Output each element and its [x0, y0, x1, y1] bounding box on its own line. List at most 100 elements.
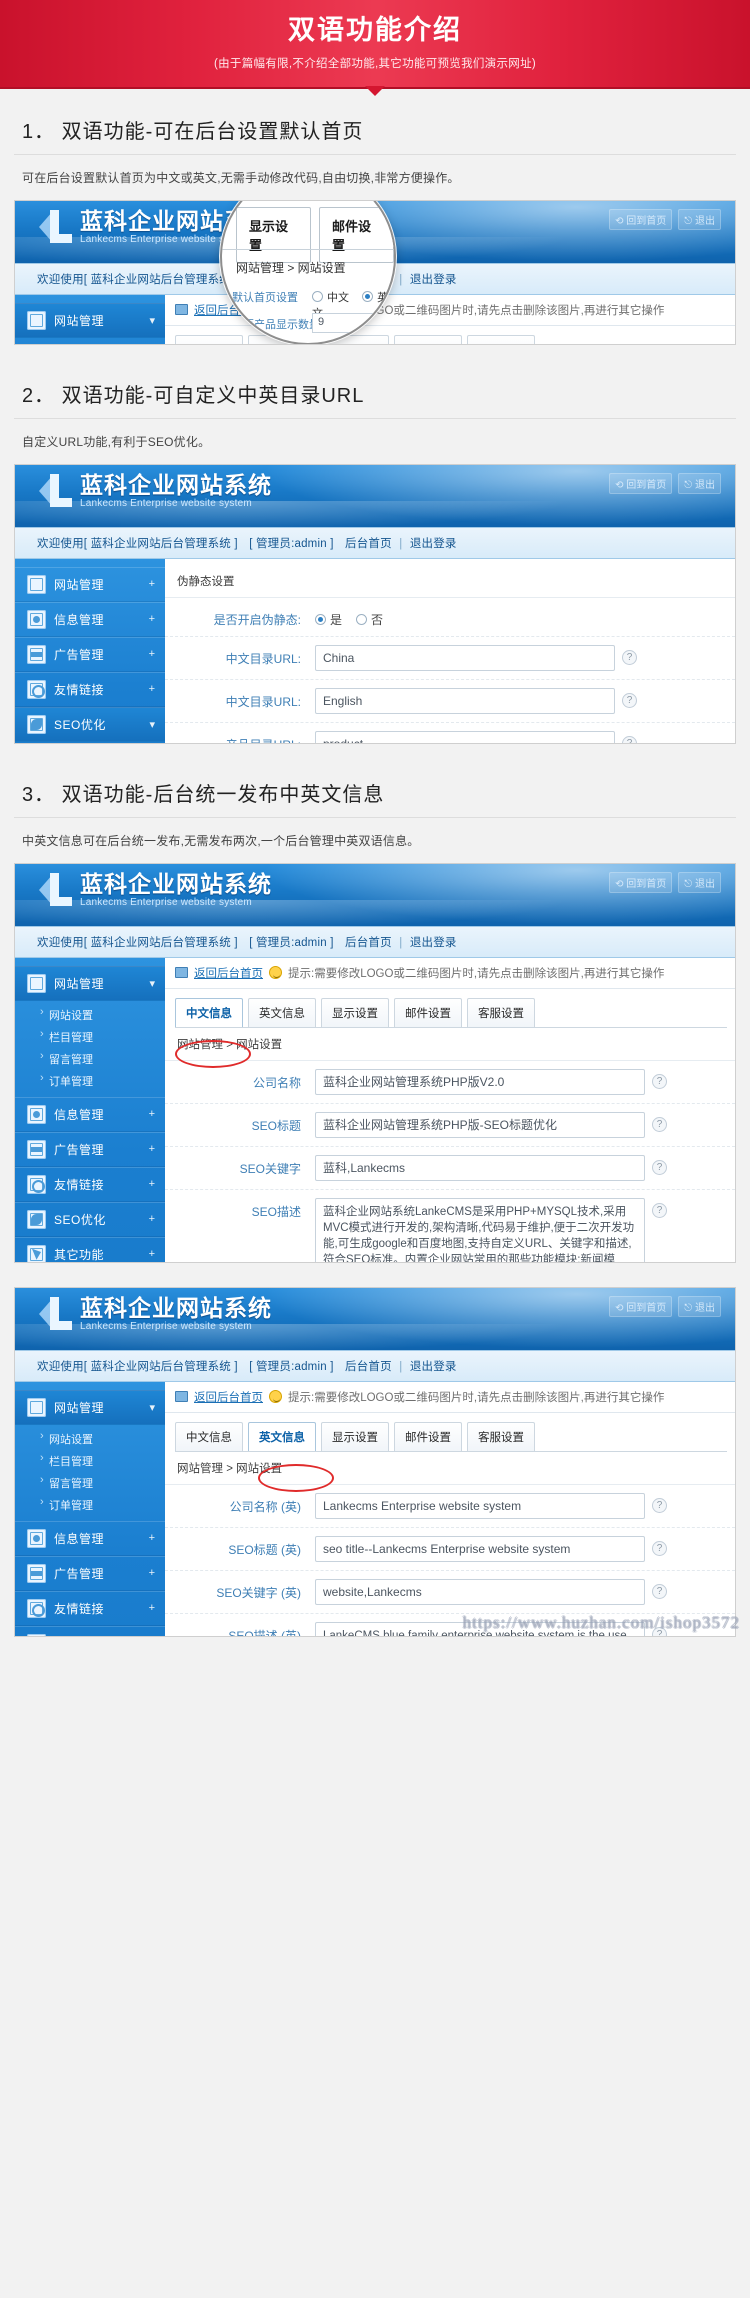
sidebar-group-toggle-icon[interactable]: ▾ [149, 1401, 155, 1414]
sidebar-item-留言管理[interactable]: 留言管理 [15, 1472, 165, 1494]
help-icon[interactable]: ? [652, 1116, 667, 1132]
back-to-home-link[interactable]: 返回后台首页 [194, 1389, 263, 1405]
sidebar-group-友情链接[interactable]: 友情链接 + [15, 1590, 165, 1626]
sidebar-group-广告管理[interactable]: 广告管理 + [15, 636, 165, 672]
logout-button[interactable]: ⎋ 退出 [678, 208, 721, 230]
text-input[interactable]: 蓝科,Lankecms [315, 1154, 645, 1181]
sidebar-group-toggle-icon[interactable]: ▾ [149, 718, 155, 731]
tab-显示设置[interactable]: 显示设置 [321, 1421, 389, 1451]
sidebar-group-其它功能[interactable]: 其它功能 + [15, 1236, 165, 1262]
tab-中文信息[interactable]: 中文信息 [175, 997, 243, 1027]
sidebar-group-SEO优化[interactable]: SEO优化 ▾ [15, 706, 165, 742]
sidebar-group-友情链接[interactable]: 友情链接 + [15, 671, 165, 707]
go-home-button[interactable]: ⟲ 回到首页 [609, 1295, 673, 1317]
lens-row2-input[interactable]: 9 [312, 312, 394, 333]
sidebar-item-订单管理[interactable]: 订单管理 [15, 1070, 165, 1092]
sidebar-group-友情链接[interactable]: 友情链接 + [15, 1166, 165, 1202]
sidebar-item-栏目管理[interactable]: 栏目管理 [15, 1450, 165, 1472]
sidebar-item-留言管理[interactable]: 留言管理 [15, 1048, 165, 1070]
sidebar-item-订单管理[interactable]: 订单管理 [15, 1494, 165, 1516]
sidebar-group-toggle-icon[interactable]: + [149, 648, 155, 660]
sidebar-group-网站管理[interactable]: 网站管理 ▾ [15, 1389, 165, 1425]
tab-邮件设置[interactable]: 邮件设置 [394, 1421, 462, 1451]
help-icon[interactable]: ? [652, 1540, 667, 1556]
sidebar-group-广告管理[interactable]: 广告管理 + [15, 1131, 165, 1167]
help-icon[interactable]: ? [652, 1202, 667, 1218]
text-input[interactable]: product [315, 730, 615, 743]
tab-英文信息[interactable]: 英文信息 [248, 997, 316, 1027]
sidebar-group-toggle-icon[interactable]: + [149, 1567, 155, 1579]
radio-option-否[interactable]: 否 [356, 611, 383, 628]
lens-tab-邮件设置[interactable]: 邮件设置 [319, 206, 394, 263]
logout-button[interactable]: ⎋ 退出 [678, 871, 721, 893]
radio-group[interactable]: 是否 [315, 606, 383, 628]
backend-home-link[interactable]: 后台首页 [345, 937, 392, 949]
tab-中文信息[interactable]: 中文信息 [175, 1421, 243, 1451]
text-input[interactable]: website,Lankecms [315, 1578, 645, 1605]
logout-link[interactable]: 退出登录 [410, 538, 457, 550]
text-input[interactable]: 蓝科企业网站管理系统PHP版V2.0 [315, 1068, 645, 1095]
text-input[interactable]: China [315, 644, 615, 671]
help-icon[interactable]: ? [652, 1497, 667, 1513]
help-icon[interactable]: ? [652, 1583, 667, 1599]
logout-button[interactable]: ⎋ 退出 [678, 1295, 721, 1317]
sidebar-item-网站设置[interactable]: 网站设置 [15, 341, 165, 344]
sidebar-item-栏目管理[interactable]: 栏目管理 [15, 1026, 165, 1048]
logout-button[interactable]: ⎋ 退出 [678, 472, 721, 494]
go-home-button[interactable]: ⟲ 回到首页 [609, 871, 673, 893]
logout-link[interactable]: 退出登录 [410, 937, 457, 949]
tab-邮件设置[interactable]: 邮件设置 [394, 334, 462, 344]
sidebar-group-toggle-icon[interactable]: + [149, 1108, 155, 1120]
sidebar-group-信息管理[interactable]: 信息管理 + [15, 601, 165, 637]
sidebar-group-toggle-icon[interactable]: + [149, 1213, 155, 1225]
help-icon[interactable]: ? [652, 1073, 667, 1089]
sidebar-group-信息管理[interactable]: 信息管理 + [15, 1520, 165, 1556]
sidebar-group-信息管理[interactable]: 信息管理 + [15, 1096, 165, 1132]
text-input[interactable]: 蓝科企业网站管理系统PHP版-SEO标题优化 [315, 1111, 645, 1138]
sidebar-group-toggle-icon[interactable]: + [149, 1178, 155, 1190]
sidebar-group-toggle-icon[interactable]: + [149, 1248, 155, 1260]
logout-link[interactable]: 退出登录 [410, 1361, 457, 1373]
sidebar-group-toggle-icon[interactable]: + [149, 1602, 155, 1614]
help-icon[interactable]: ? [622, 735, 637, 743]
help-icon[interactable]: ? [622, 649, 637, 665]
help-icon[interactable]: ? [652, 1159, 667, 1175]
back-to-home-link[interactable]: 返回后台首页 [194, 965, 263, 981]
tab-英文信息[interactable]: 英文信息 [248, 1421, 316, 1451]
go-home-button[interactable]: ⟲ 回到首页 [609, 472, 673, 494]
tab-邮件设置[interactable]: 邮件设置 [394, 997, 462, 1027]
sidebar-group-网站管理[interactable]: 网站管理 + [15, 566, 165, 602]
textarea-field[interactable]: 蓝科企业网站系统LankeCMS是采用PHP+MYSQL技术,采用MVC模式进行… [315, 1197, 645, 1262]
sidebar-group-SEO优化[interactable]: SEO优化 + [15, 1625, 165, 1636]
sidebar-group-toggle-icon[interactable]: + [149, 1532, 155, 1544]
go-home-button[interactable]: ⟲ 回到首页 [609, 208, 673, 230]
cms-header-s2: 蓝科企业网站系统 Lankecms Enterprise website sys… [15, 464, 735, 527]
lens-tab-显示设置[interactable]: 显示设置 [236, 206, 311, 263]
sidebar-group-toggle-icon[interactable]: + [149, 613, 155, 625]
tab-客服设置[interactable]: 客服设置 [467, 1421, 535, 1451]
backend-home-link[interactable]: 后台首页 [345, 538, 392, 550]
sidebar-group-toggle-icon[interactable]: + [149, 578, 155, 590]
sidebar-group-toggle-icon[interactable]: + [149, 1143, 155, 1155]
text-input[interactable]: Lankecms Enterprise website system [315, 1492, 645, 1519]
sidebar-group-网站管理[interactable]: 网站管理 ▾ [15, 302, 165, 338]
form-value: 蓝科企业网站系统LankeCMS是采用PHP+MYSQL技术,采用MVC模式进行… [315, 1197, 729, 1262]
radio-option-是[interactable]: 是 [315, 611, 342, 628]
text-input[interactable]: English [315, 687, 615, 714]
sidebar-group-toggle-icon[interactable]: ▾ [149, 314, 155, 327]
help-icon[interactable]: ? [622, 692, 637, 708]
backend-home-link[interactable]: 后台首页 [345, 1361, 392, 1373]
sidebar-group-SEO优化[interactable]: SEO优化 + [15, 1201, 165, 1237]
sidebar-item-网站设置[interactable]: 网站设置 [15, 1428, 165, 1450]
tab-客服设置[interactable]: 客服设置 [467, 334, 535, 344]
sidebar-group-广告管理[interactable]: 广告管理 + [15, 1555, 165, 1591]
sidebar-group-toggle-icon[interactable]: + [149, 683, 155, 695]
text-input[interactable]: seo title--Lankecms Enterprise website s… [315, 1535, 645, 1562]
lens-radio-cn[interactable]: 中文 [312, 290, 349, 304]
tab-客服设置[interactable]: 客服设置 [467, 997, 535, 1027]
sidebar-item-网站设置[interactable]: 网站设置 [15, 1004, 165, 1026]
sidebar-group-toggle-icon[interactable]: ▾ [149, 977, 155, 990]
sidebar-group-网站管理[interactable]: 网站管理 ▾ [15, 965, 165, 1001]
tab-显示设置[interactable]: 显示设置 [321, 997, 389, 1027]
logout-link[interactable]: 退出登录 [410, 274, 457, 286]
